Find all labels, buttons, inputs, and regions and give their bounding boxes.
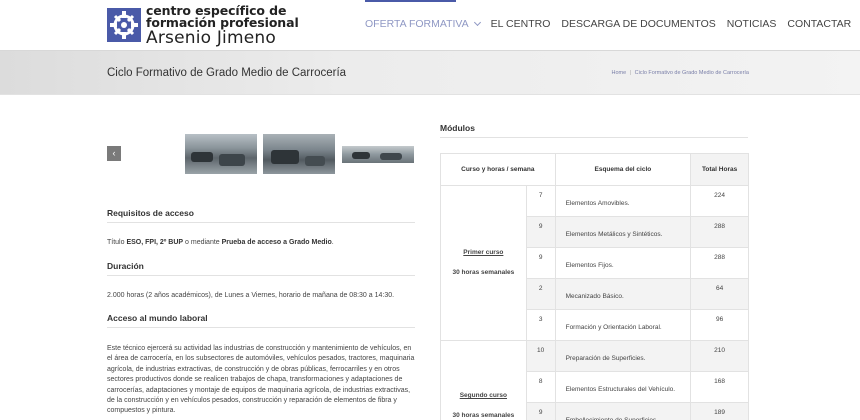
breadcrumb-home[interactable]: Home: [612, 70, 627, 76]
gallery-prev-button[interactable]: ‹: [107, 146, 121, 161]
logo-line-3: Arsenio Jimeno: [146, 28, 276, 48]
total-cell: 168: [690, 371, 749, 403]
divider: [107, 222, 415, 223]
nav-label: EL CENTRO: [490, 18, 551, 30]
modules-table: Curso y horas / semana Esquema del ciclo…: [440, 153, 749, 420]
nav-item-contactar[interactable]: CONTACTAR: [787, 18, 851, 30]
table-header: Esquema del ciclo: [554, 153, 692, 186]
gallery-thumbnail[interactable]: [342, 146, 414, 163]
table-row: Segundo curso 30 horas semanales 10 Prep…: [440, 340, 749, 420]
text: .: [331, 239, 334, 246]
text: o mediante: [183, 239, 222, 246]
total-cell: 210: [690, 340, 749, 372]
module-cell: Elementos Amovibles.: [554, 185, 692, 217]
total-cell: 96: [690, 309, 749, 341]
nav-item-descarga-documentos[interactable]: DESCARGA DE DOCUMENTOS: [561, 18, 715, 30]
requisitos-text: Título ESO, FPI, 2º BUP o mediante Prueb…: [107, 238, 417, 248]
logo-text[interactable]: centro específico de formación profesion…: [146, 4, 299, 48]
divider: [107, 327, 415, 328]
module-cell: Preparación de Superficies.: [554, 340, 692, 372]
acceso-text: Este técnico ejercerá su actividad las i…: [107, 345, 415, 415]
section-heading-duracion: Duración: [107, 261, 144, 271]
nav-item-el-centro[interactable]: EL CENTRO: [491, 18, 551, 30]
gallery-thumbnail[interactable]: [263, 134, 335, 174]
course-hours: 30 horas semanales: [452, 269, 515, 276]
module-cell: Formación y Orientación Laboral.: [554, 309, 692, 341]
course-name[interactable]: Segundo curso: [441, 391, 526, 401]
module-cell: Elementos Fijos.: [554, 247, 692, 279]
breadcrumb: Home | Ciclo Formativo de Grado Medio de…: [612, 70, 750, 76]
text-bold: Prueba de acceso a Grado Medio: [221, 239, 332, 246]
module-cell: Embellecimiento de Superficies.: [554, 402, 692, 420]
nav-active-indicator: [365, 0, 456, 2]
site-header: centro específico de formación profesion…: [0, 0, 860, 50]
total-cell: 288: [690, 216, 749, 248]
section-heading-acceso: Acceso al mundo laboral: [107, 313, 208, 323]
hours-cell: 3: [525, 309, 556, 341]
divider: [440, 137, 748, 138]
hours-cell: 2: [525, 278, 556, 310]
total-cell: 224: [690, 185, 749, 217]
module-cell: Mecanizado Básico.: [554, 278, 692, 310]
hours-cell: 7: [525, 185, 556, 217]
hours-cell: 9: [525, 402, 556, 420]
hours-cell: 9: [525, 247, 556, 279]
breadcrumb-separator: |: [629, 70, 632, 76]
nav-label: DESCARGA DE DOCUMENTOS: [561, 18, 716, 30]
breadcrumb-current: Ciclo Formativo de Grado Medio de Carroc…: [634, 70, 749, 76]
nav-item-noticias[interactable]: NOTICIAS: [727, 18, 777, 30]
table-row: Primer curso 30 horas semanales 7 Elemen…: [440, 185, 749, 341]
course-cell: Primer curso 30 horas semanales: [440, 185, 527, 341]
table-header: Curso y horas / semana: [440, 153, 556, 186]
hours-cell: 9: [525, 216, 556, 248]
course-name[interactable]: Primer curso: [441, 248, 526, 258]
total-cell: 189: [690, 402, 749, 420]
nav-label: OFERTA FORMATIVA: [365, 18, 469, 30]
nav-item-oferta-formativa[interactable]: OFERTA FORMATIVA: [365, 18, 481, 30]
chevron-down-icon: [473, 18, 481, 27]
text-bold: ESO, FPI, 2º BUP: [126, 239, 184, 246]
total-cell: 288: [690, 247, 749, 279]
gallery-thumbnail[interactable]: [185, 134, 257, 174]
nav-label: CONTACTAR: [787, 18, 852, 30]
course-cell: Segundo curso 30 horas semanales: [440, 340, 527, 420]
duracion-text: 2.000 horas (2 años académicos), de Lune…: [107, 292, 395, 299]
divider: [107, 275, 415, 276]
section-heading-requisitos: Requisitos de acceso: [107, 208, 194, 218]
course-hours: 30 horas semanales: [452, 412, 515, 419]
table-header: Total Horas: [690, 153, 749, 186]
total-cell: 64: [690, 278, 749, 310]
page-title-band: Ciclo Formativo de Grado Medio de Carroc…: [0, 50, 860, 95]
module-cell: Elementos Metálicos y Sintéticos.: [554, 216, 692, 248]
logo-icon[interactable]: [107, 8, 141, 42]
main-nav: OFERTA FORMATIVA EL CENTRO DESCARGA DE D…: [365, 18, 860, 30]
text: Título: [107, 239, 127, 246]
section-heading-modulos: Módulos: [440, 123, 475, 133]
nav-label: NOTICIAS: [726, 18, 777, 30]
page-title: Ciclo Formativo de Grado Medio de Carroc…: [107, 67, 347, 79]
hours-cell: 8: [525, 371, 556, 403]
module-cell: Elementos Estructurales del Vehículo.: [554, 371, 692, 403]
hours-cell: 10: [525, 340, 556, 372]
